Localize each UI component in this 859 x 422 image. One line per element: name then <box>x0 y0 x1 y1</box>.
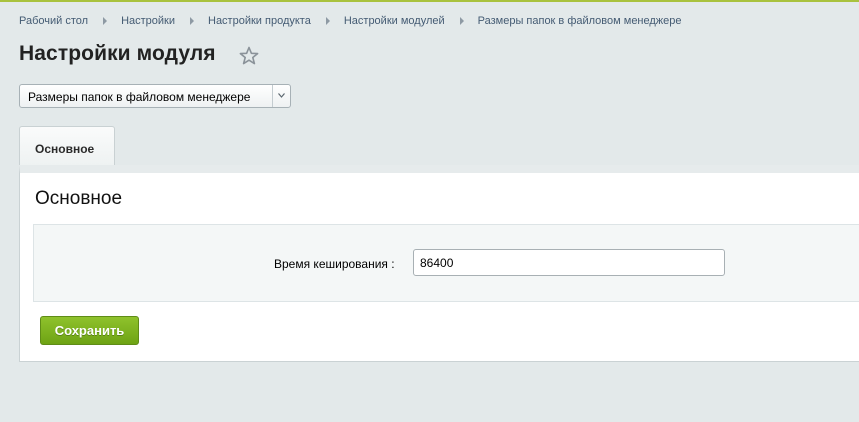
chevron-down-icon <box>278 93 285 98</box>
tab-main-label: Основное <box>35 142 95 156</box>
tab-main[interactable]: Основное <box>19 126 115 166</box>
breadcrumb-item-product-settings[interactable]: Настройки продукта <box>208 15 311 27</box>
tabs-bar: Основное <box>19 126 859 166</box>
module-select-value: Размеры папок в файловом менеджере <box>28 90 251 104</box>
breadcrumb-item-desktop[interactable]: Рабочий стол <box>19 15 88 27</box>
cache-time-input[interactable] <box>413 249 725 276</box>
field-area: Время кеширования : <box>33 224 859 302</box>
panel-heading: Основное <box>35 188 123 209</box>
cache-time-label: Время кеширования : <box>274 257 395 271</box>
breadcrumb-separator-icon <box>325 17 330 25</box>
top-accent-line <box>0 0 859 2</box>
page-title: Настройки модуля <box>19 42 216 65</box>
breadcrumb-separator-icon <box>190 17 194 25</box>
breadcrumb-item-folder-sizes[interactable]: Размеры папок в файловом менеджере <box>478 15 682 27</box>
breadcrumb-separator-icon <box>459 17 464 25</box>
star-icon[interactable] <box>238 45 260 67</box>
save-button[interactable]: Сохранить <box>40 316 139 345</box>
breadcrumb-separator-icon <box>103 17 108 25</box>
breadcrumb-item-settings[interactable]: Настройки <box>121 15 175 27</box>
module-select-arrow[interactable] <box>272 85 290 107</box>
settings-panel: Основное Время кеширования : Сохранить <box>19 165 859 362</box>
breadcrumb-item-module-settings[interactable]: Настройки модулей <box>344 15 445 27</box>
module-select[interactable]: Размеры папок в файловом менеджере <box>19 84 291 108</box>
breadcrumb: Рабочий стол Настройки Настройки продукт… <box>19 14 682 28</box>
